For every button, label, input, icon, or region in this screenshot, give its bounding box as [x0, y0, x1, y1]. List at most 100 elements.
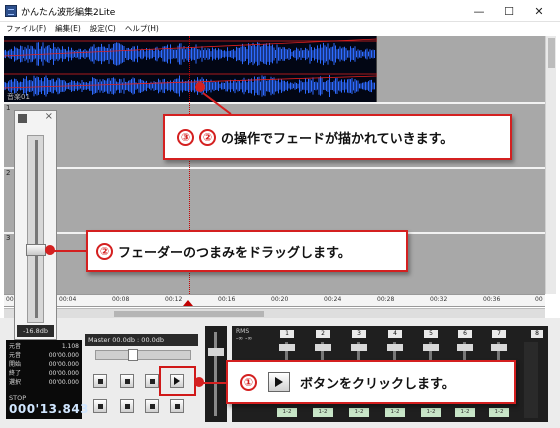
menu-settings[interactable]: 設定(C) [90, 22, 116, 36]
callout-text: フェーダーのつまみをドラッグします。 [118, 245, 351, 261]
channel-route-tag[interactable]: 1-2 [421, 408, 441, 417]
master-slider-knob[interactable] [128, 349, 138, 361]
master-fader[interactable] [205, 326, 227, 422]
record-button[interactable] [93, 399, 107, 413]
callout-2-leader [52, 250, 87, 252]
fade-fader-knob[interactable] [26, 244, 46, 256]
transport-status: STOP [9, 394, 27, 402]
menu-bar: ファイル(F) 編集(E) 設定(C) ヘルプ(H) [0, 22, 560, 36]
window-controls: — ☐ ✕ [464, 2, 554, 20]
stat-value: 00'00.000 [48, 370, 79, 377]
channel-fader-knob[interactable] [457, 344, 473, 351]
fader-window[interactable]: × -16.8db [14, 110, 57, 340]
vu-channel-number: 8 [531, 330, 543, 338]
channel-number: 7 [492, 330, 506, 338]
fader-db-readout: -16.8db [17, 325, 54, 337]
fade-fader-track[interactable] [27, 135, 44, 323]
app-icon [5, 5, 17, 17]
rms-label: RMS [236, 328, 250, 335]
stats-panel: 元音 1.108 元音 00'00.000 開始 00'00.000 終了 00'00.… [6, 340, 82, 396]
clip-label: 音楽01 [7, 93, 30, 101]
ruler-tick: 00:28 [377, 296, 395, 303]
rms-values: -∞ -∞ [236, 335, 253, 342]
time-counter: 000'13.843 [9, 402, 90, 416]
ruler-tick: 00:36 [483, 296, 501, 303]
step-number-badge: ② [199, 128, 216, 146]
channel-route-tag[interactable]: 1-2 [313, 408, 333, 417]
ruler-tick: 00:04 [59, 296, 77, 303]
step-number-badge: ③ [177, 128, 194, 146]
ruler-tick: 00:20 [271, 296, 289, 303]
menu-file[interactable]: ファイル(F) [6, 22, 46, 36]
minimize-button[interactable]: — [464, 2, 494, 20]
stat-row: 開始 00'00.000 [9, 360, 79, 369]
callout-step-3: ③ ② の操作でフェードが描かれていきます。 [163, 114, 512, 160]
callout-1-leader [200, 382, 228, 384]
stat-label: 元音 [9, 343, 22, 350]
callout-1-dot [194, 377, 204, 387]
step-number-badge: ② [96, 242, 113, 260]
stat-label: 終了 [9, 370, 22, 377]
stat-row: 終了 00'00.000 [9, 369, 79, 378]
track-separator [4, 167, 545, 169]
waveform-clip[interactable]: 音楽01 [4, 36, 377, 102]
channel-route-tag[interactable]: 1-2 [455, 408, 475, 417]
next-button[interactable] [145, 399, 159, 413]
stat-value: 00'00.000 [48, 379, 79, 386]
callout-step-2: ② フェーダーのつまみをドラッグします。 [86, 230, 408, 272]
maximize-button[interactable]: ☐ [494, 2, 524, 20]
channel-number: 6 [458, 330, 472, 338]
ruler-tick: 00:16 [218, 296, 236, 303]
stat-value: 00'00.000 [48, 352, 79, 359]
channel-route-tag[interactable]: 1-2 [385, 408, 405, 417]
close-icon[interactable]: × [45, 111, 53, 122]
channel-fader-knob[interactable] [491, 344, 507, 351]
stop-button[interactable] [145, 374, 159, 388]
channel-fader-knob[interactable] [315, 344, 331, 351]
horizontal-scroll-thumb[interactable] [114, 311, 264, 317]
menu-help[interactable]: ヘルプ(H) [125, 22, 159, 36]
channel-route-tag[interactable]: 1-2 [277, 408, 297, 417]
stat-label: 元音 [9, 352, 22, 359]
vertical-scrollbar[interactable] [545, 36, 556, 294]
window-title: かんたん波形編集2Lite [21, 8, 116, 18]
time-ruler[interactable]: 00:00 00:04 00:08 00:12 00:16 00:20 00:2… [4, 294, 545, 307]
vu-meter [524, 342, 538, 418]
stat-row: 元音 00'00.000 [9, 351, 79, 360]
ruler-tick: 00:12 [165, 296, 183, 303]
prev-button[interactable] [120, 399, 134, 413]
fader-window-icon [18, 114, 27, 123]
playhead-marker[interactable] [183, 300, 193, 306]
channel-route-tag[interactable]: 1-2 [349, 408, 369, 417]
master-level-display: Master 00.0db : 00.0db [85, 334, 198, 346]
channel-route-tag[interactable]: 1-2 [489, 408, 509, 417]
channel-fader-knob[interactable] [423, 344, 439, 351]
channel-number: 4 [388, 330, 402, 338]
stat-row: 元音 1.108 [9, 342, 79, 351]
stat-label: 開始 [9, 361, 22, 368]
close-button[interactable]: ✕ [524, 2, 554, 20]
step-number-badge: ① [240, 373, 257, 391]
ruler-tick: 00 [535, 296, 543, 303]
track-number: 3 [6, 234, 11, 242]
channel-number: 3 [352, 330, 366, 338]
channel-fader-knob[interactable] [351, 344, 367, 351]
horizontal-scrollbar[interactable] [4, 308, 545, 318]
marker-button[interactable] [93, 374, 107, 388]
ruler-tick: 00:32 [430, 296, 448, 303]
channel-number: 1 [280, 330, 294, 338]
fader-groove [35, 140, 38, 318]
play-button-highlight [159, 366, 196, 396]
vertical-scroll-thumb[interactable] [548, 38, 555, 68]
rms-meter: RMS -∞ -∞ [236, 328, 252, 342]
rewind-button[interactable] [120, 374, 134, 388]
master-slider[interactable] [95, 349, 191, 361]
stat-value: 00'00.000 [48, 361, 79, 368]
loop-button[interactable] [170, 399, 184, 413]
ruler-tick: 00:24 [324, 296, 342, 303]
channel-fader-knob[interactable] [387, 344, 403, 351]
master-fader-knob[interactable] [208, 348, 224, 356]
stat-row: 選択 00'00.000 [9, 378, 79, 387]
channel-fader-knob[interactable] [279, 344, 295, 351]
menu-edit[interactable]: 編集(E) [55, 22, 81, 36]
